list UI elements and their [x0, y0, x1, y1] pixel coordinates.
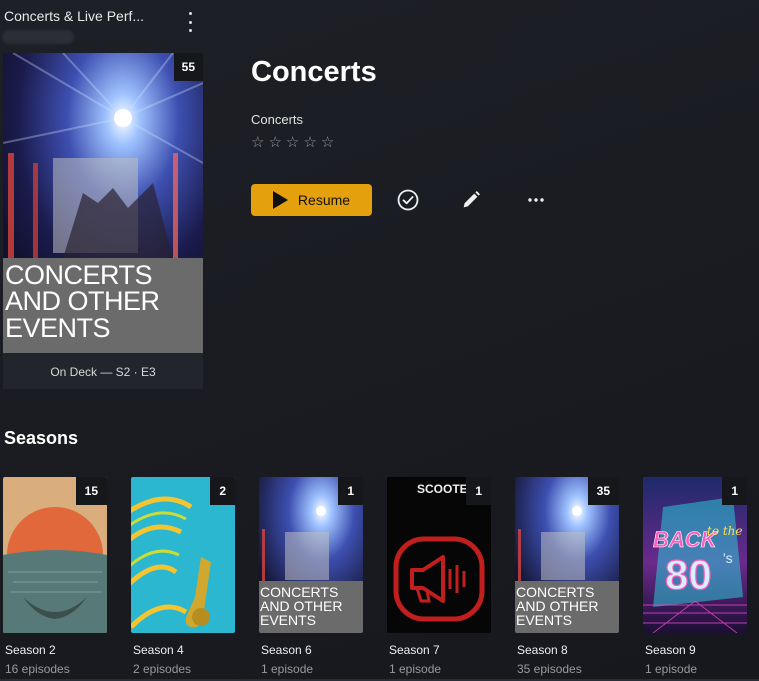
season-title[interactable]: Season 7: [389, 643, 440, 657]
star-icon[interactable]: ☆: [268, 133, 281, 153]
seasons-heading: Seasons: [4, 428, 79, 448]
unwatched-count-badge: 15: [75, 477, 107, 505]
season-poster[interactable]: BACK to the 80 's 1: [643, 477, 747, 633]
star-icon[interactable]: ☆: [286, 133, 299, 153]
mark-watched-button[interactable]: [394, 186, 422, 214]
checkmark-icon: [397, 189, 419, 211]
more-options-icon: [528, 198, 544, 202]
episode-count: 16 episodes: [5, 662, 70, 676]
svg-text:to the: to the: [707, 524, 743, 538]
page-title: Concerts: [251, 56, 377, 88]
season-title[interactable]: Season 4: [133, 643, 184, 657]
season-card[interactable]: CONCERTS AND OTHER EVENTS 35 Season 8 35…: [515, 477, 619, 676]
resume-label: Resume: [297, 192, 351, 208]
poster-caption: CONCERTS AND OTHER EVENTS: [515, 581, 619, 633]
unwatched-count-badge: 55: [173, 53, 203, 81]
unwatched-count-badge: 1: [338, 477, 363, 505]
episode-count: 1 episode: [645, 662, 698, 676]
unwatched-count-badge: 35: [587, 477, 619, 505]
season-title[interactable]: Season 8: [517, 643, 568, 657]
season-poster[interactable]: SCOOTER 1: [387, 477, 491, 633]
kebab-menu-icon[interactable]: [183, 12, 197, 32]
edit-button[interactable]: [457, 186, 485, 214]
svg-text:'s: 's: [723, 550, 733, 566]
episode-count: 1 episode: [389, 662, 442, 676]
top-bar: Concerts & Live Perf...: [0, 0, 759, 44]
blurred-text: [2, 30, 74, 44]
unwatched-count-badge: 1: [466, 477, 491, 505]
season-card[interactable]: 2 Season 4 2 episodes: [131, 477, 235, 676]
season-poster[interactable]: 15: [3, 477, 107, 633]
unwatched-count-badge: 1: [722, 477, 747, 505]
season-title[interactable]: Season 6: [261, 643, 312, 657]
on-deck-label: On Deck — S2 · E3: [50, 365, 156, 379]
season-card[interactable]: SCOOTER 1 Season 7 1 episode: [387, 477, 491, 676]
episode-count: 35 episodes: [517, 662, 582, 676]
poster-caption: CONCERTS AND OTHER EVENTS: [259, 581, 363, 633]
more-options-button[interactable]: [522, 186, 550, 214]
poster-caption: CONCERTS AND OTHER EVENTS: [3, 258, 203, 353]
pencil-icon: [463, 191, 480, 208]
star-icon[interactable]: ☆: [303, 133, 316, 153]
season-poster[interactable]: CONCERTS AND OTHER EVENTS 35: [515, 477, 619, 633]
resume-button[interactable]: Resume: [251, 184, 372, 216]
season-title[interactable]: Season 2: [5, 643, 56, 657]
star-icon[interactable]: ☆: [321, 133, 334, 153]
unwatched-count-badge: 2: [210, 477, 235, 505]
season-card[interactable]: CONCERTS AND OTHER EVENTS 1 Season 6 1 e…: [259, 477, 363, 676]
season-card[interactable]: 15 Season 2 16 episodes: [3, 477, 107, 676]
show-poster[interactable]: CONCERTS AND OTHER EVENTS 55: [3, 53, 203, 353]
season-poster[interactable]: 2: [131, 477, 235, 633]
svg-text:80: 80: [665, 551, 712, 598]
show-subtitle: Concerts: [251, 112, 304, 127]
star-rating[interactable]: ☆ ☆ ☆ ☆ ☆: [251, 133, 334, 153]
star-icon[interactable]: ☆: [251, 133, 264, 153]
on-deck-bar[interactable]: On Deck — S2 · E3: [3, 353, 203, 389]
breadcrumb[interactable]: Concerts & Live Perf...: [4, 8, 144, 24]
season-card[interactable]: BACK to the 80 's 1 Season 9 1 episode: [643, 477, 747, 676]
episode-count: 2 episodes: [133, 662, 192, 676]
episode-count: 1 episode: [261, 662, 314, 676]
play-icon: [272, 191, 288, 209]
season-poster[interactable]: CONCERTS AND OTHER EVENTS 1: [259, 477, 363, 633]
season-title[interactable]: Season 9: [645, 643, 696, 657]
